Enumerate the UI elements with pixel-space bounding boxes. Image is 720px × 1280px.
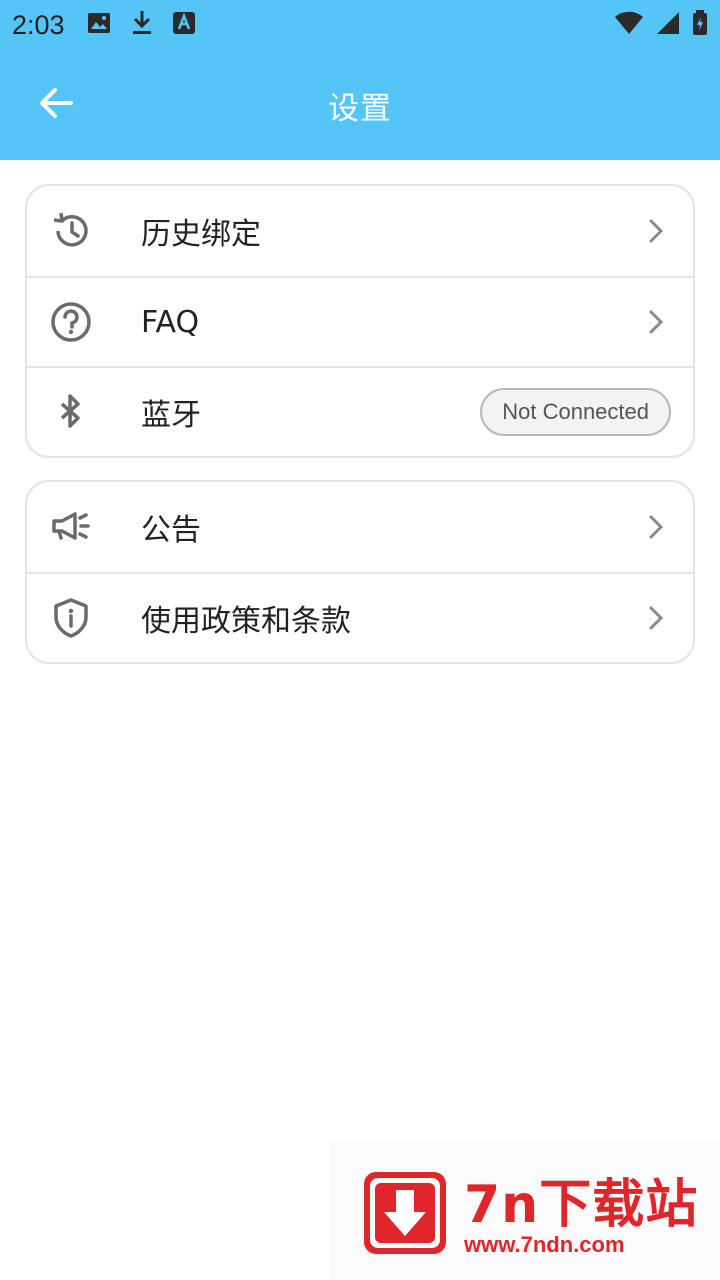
settings-group-1: 历史绑定 FAQ 蓝牙 Not Connected — [25, 184, 695, 458]
status-icons-right — [614, 10, 708, 40]
watermark-url: www.7ndn.com — [464, 1232, 625, 1257]
app-bar: 设置 — [0, 50, 720, 160]
page-title: 设置 — [328, 90, 392, 127]
signal-icon — [656, 11, 680, 39]
bluetooth-status-badge: Not Connected — [480, 388, 671, 436]
announcement-label: 公告 — [141, 513, 201, 548]
history-icon — [49, 209, 93, 253]
bluetooth-label: 蓝牙 — [141, 398, 201, 433]
history-binding-label: 历史绑定 — [141, 217, 261, 252]
faq-item[interactable]: FAQ — [27, 276, 693, 366]
download-arrow-logo-icon — [364, 1172, 446, 1254]
watermark-title: 7n下载站 — [464, 1175, 699, 1235]
bluetooth-item[interactable]: 蓝牙 Not Connected — [27, 366, 693, 456]
battery-charging-icon — [692, 10, 708, 40]
status-bar: 2:03 — [0, 0, 720, 50]
megaphone-icon — [49, 505, 93, 549]
image-icon — [87, 12, 111, 38]
policy-terms-label: 使用政策和条款 — [141, 604, 351, 639]
download-icon — [131, 10, 153, 40]
top-bar: 2:03 设置 — [0, 0, 720, 160]
status-icons-left — [87, 10, 195, 40]
chevron-right-icon — [641, 512, 671, 542]
back-button[interactable] — [26, 75, 86, 135]
help-circle-icon — [49, 300, 93, 344]
bluetooth-icon — [49, 390, 93, 434]
announcement-item[interactable]: 公告 — [27, 482, 693, 572]
watermark: 7n下载站 www.7ndn.com — [330, 1140, 720, 1280]
policy-terms-item[interactable]: 使用政策和条款 — [27, 572, 693, 662]
settings-group-2: 公告 使用政策和条款 — [25, 480, 695, 664]
shield-info-icon — [49, 596, 93, 640]
arrow-left-icon — [38, 87, 74, 123]
chevron-right-icon — [641, 307, 671, 337]
history-binding-item[interactable]: 历史绑定 — [27, 186, 693, 276]
faq-label: FAQ — [141, 304, 200, 340]
a-icon — [172, 12, 195, 38]
wifi-icon — [614, 11, 644, 39]
chevron-right-icon — [641, 216, 671, 246]
chevron-right-icon — [641, 603, 671, 633]
status-time: 2:03 — [12, 9, 65, 40]
